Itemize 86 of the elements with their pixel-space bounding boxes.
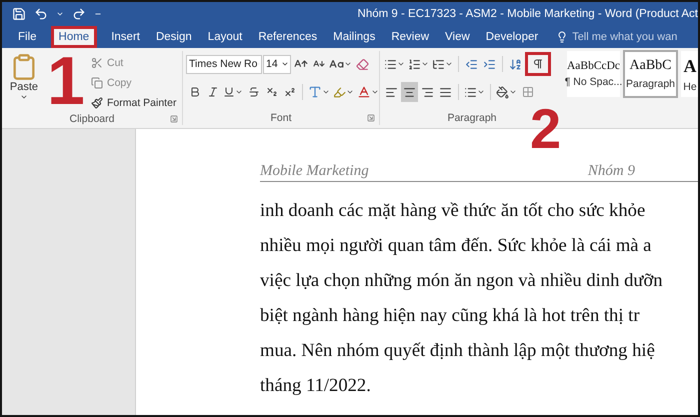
ribbon-tab[interactable]: Home: [50, 26, 98, 48]
ribbon-tab[interactable]: Insert: [103, 26, 148, 48]
underline-icon: [223, 86, 235, 98]
borders-icon: [522, 86, 534, 98]
caret-icon: [344, 60, 352, 68]
style-tile[interactable]: AaBbCcDc ¶ No Spac...: [566, 50, 621, 98]
highlighter-icon: [333, 86, 346, 98]
caret-icon: [281, 60, 289, 68]
style-name: He: [683, 80, 697, 92]
line-spacing-icon: [464, 86, 477, 98]
caret-icon: [346, 88, 354, 96]
superscript-icon: [284, 86, 296, 98]
align-center-icon: [403, 86, 416, 98]
ribbon-tab[interactable]: References: [250, 26, 326, 48]
scissors-icon: [91, 56, 103, 68]
step-number: 1: [47, 56, 85, 108]
italic-icon: [206, 86, 218, 98]
style-preview: AaBbCcDc: [567, 60, 620, 72]
paint-bucket-icon: [496, 86, 509, 98]
font-size-field[interactable]: 14: [263, 54, 291, 74]
caret-icon: [477, 88, 485, 96]
dialog-launcher-icon[interactable]: [367, 114, 375, 122]
body-text-line: việc lựa chọn những món ăn ngon và nhiều dinh dưỡn: [260, 269, 663, 293]
body-text-line: biệt ngành hàng hiện nay cũng khá là hot trên thị tr: [260, 304, 640, 328]
bold-icon: [188, 86, 200, 98]
font-color-icon: [357, 85, 371, 99]
style-preview: A: [684, 56, 696, 76]
font-name-field[interactable]: Times New Ro: [186, 54, 262, 74]
group-label: Paragraph: [447, 112, 497, 124]
header-text: Mobile Marketing: [260, 163, 369, 180]
undo-icon[interactable]: [34, 7, 48, 21]
paste-button[interactable]: Paste: [5, 53, 43, 112]
tell-me-field[interactable]: Tell me what you wan: [572, 31, 680, 43]
ribbon-tab[interactable]: File: [10, 26, 45, 48]
redo-icon[interactable]: [72, 7, 86, 21]
copy-icon: [91, 76, 103, 88]
text-effects-icon: [308, 85, 322, 99]
caret-icon: [397, 60, 405, 68]
align-left-icon: [385, 86, 398, 98]
caret-icon: [235, 88, 243, 96]
eraser-icon: [356, 58, 369, 70]
format-painter-button[interactable]: Format Painter: [89, 93, 178, 112]
lightbulb-icon: [556, 31, 568, 43]
caret-icon: [421, 60, 429, 68]
step-number: 2: [530, 108, 562, 151]
body-text-line: mua. Nên nhóm quyết định thành lập một thương hiệ: [260, 339, 655, 363]
subscript-icon: [266, 86, 278, 98]
style-name: ¶ No Spac...: [564, 76, 622, 88]
increase-indent-icon: [483, 58, 496, 70]
sort-icon: [509, 58, 522, 70]
window-title: Nhóm 9 - EC17323 - ASM2 - Mobile Marketing - Word (Product Act: [358, 8, 698, 20]
caret-icon: [322, 88, 330, 96]
multilevel-list-icon: [432, 58, 445, 70]
style-tile[interactable]: AaBbC Paragraph: [623, 50, 678, 98]
caret-icon: [445, 60, 453, 68]
caret-icon[interactable]: [56, 10, 64, 18]
style-tile[interactable]: A He: [680, 50, 698, 98]
dialog-launcher-icon[interactable]: [170, 115, 178, 123]
save-icon[interactable]: [12, 7, 26, 21]
body-text-line: nhiều mọi người quan tâm đến. Sức khỏe là cái mà a: [260, 234, 652, 258]
ribbon-tab[interactable]: Design: [148, 26, 200, 48]
align-justify-icon: [439, 86, 452, 98]
numbered-list-icon: [408, 58, 421, 70]
show-marks-button[interactable]: [525, 52, 551, 76]
bullet-list-icon: [384, 58, 397, 70]
ribbon-tab[interactable]: Mailings: [325, 26, 384, 48]
group-label: Font: [270, 112, 292, 124]
align-right-icon: [421, 86, 434, 98]
pilcrow-icon: [532, 58, 544, 70]
body-text-line: inh doanh các mặt hàng về thức ăn tốt cho sức khỏe: [260, 199, 646, 223]
body-text-line: tháng 11/2022.: [260, 374, 371, 398]
style-preview: AaBbC: [630, 58, 672, 74]
ribbon-tab[interactable]: Review: [383, 26, 438, 48]
header-text: Nhóm 9: [588, 163, 635, 180]
ribbon-tab[interactable]: Developer: [478, 26, 546, 48]
style-name: Paragraph: [626, 78, 676, 90]
caret-icon: [20, 93, 28, 101]
ribbon-tab[interactable]: Layout: [200, 26, 250, 48]
ribbon-tab[interactable]: View: [437, 26, 478, 48]
caret-icon: [509, 88, 517, 96]
paintbrush-icon: [91, 96, 103, 108]
strikethrough-icon: [248, 86, 260, 98]
group-label: Clipboard: [70, 112, 114, 124]
caret-icon: [371, 88, 379, 96]
align-button[interactable]: [401, 82, 418, 102]
decrease-indent-icon: [465, 58, 478, 70]
